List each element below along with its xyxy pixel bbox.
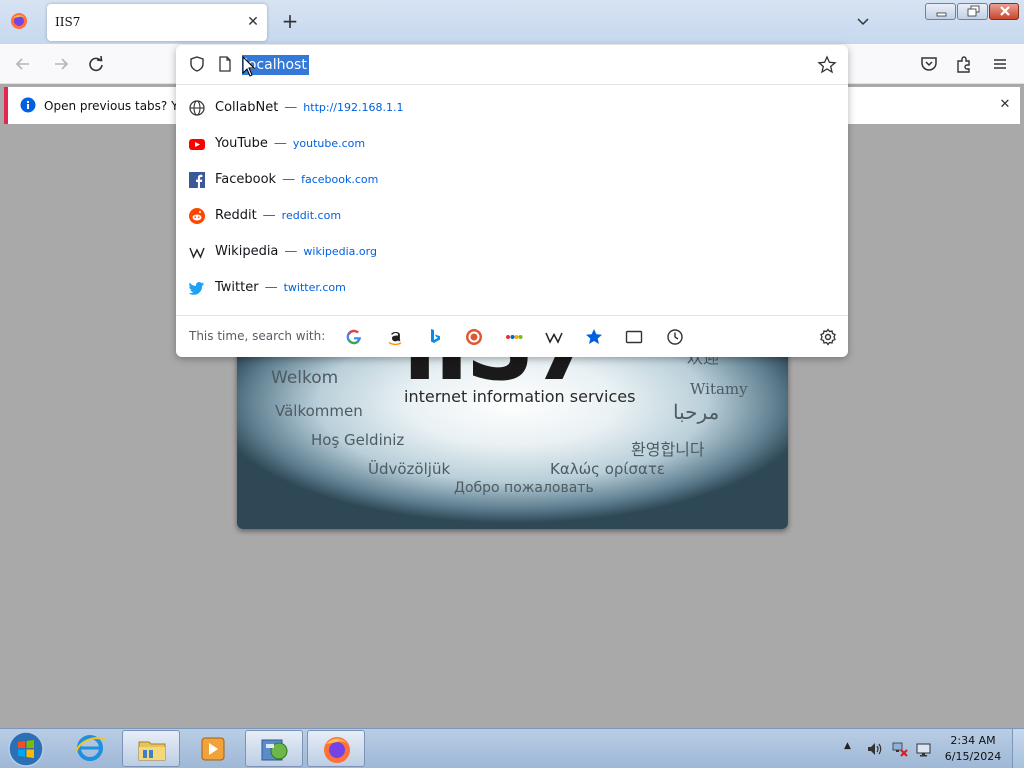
suggestion-row[interactable]: Reddit — reddit.com xyxy=(176,198,848,234)
clock-date[interactable]: 6/15/2024 xyxy=(944,750,1002,763)
suggestion-title: Twitter xyxy=(215,280,259,295)
tab-strip: IIS7 ✕ + xyxy=(0,0,1024,44)
welcome-word: Welkom xyxy=(271,368,339,388)
amazon-icon[interactable] xyxy=(385,327,405,347)
back-arrow-icon[interactable] xyxy=(12,53,34,75)
search-settings-gear-icon[interactable] xyxy=(818,327,838,347)
tab-iis7[interactable]: IIS7 ✕ xyxy=(47,4,267,41)
suggestion-row[interactable]: Facebook — facebook.com xyxy=(176,162,848,198)
welcome-word: Καλώς ορίσατε xyxy=(550,460,666,478)
ebay-icon[interactable] xyxy=(504,327,524,347)
suggestion-title: Wikipedia xyxy=(215,244,279,259)
suggestion-url: twitter.com xyxy=(283,281,346,294)
notification-text: Open previous tabs? You xyxy=(44,99,192,113)
show-hidden-icons-icon[interactable]: ▲ xyxy=(844,741,856,753)
welcome-word: Добро пожаловать xyxy=(454,480,594,496)
suggestion-text: Wikipedia — wikipedia.org xyxy=(215,244,377,259)
suggestion-text: YouTube — youtube.com xyxy=(215,136,365,151)
suggestion-row[interactable]: Twitter — twitter.com xyxy=(176,270,848,306)
suggestion-url: http://192.168.1.1 xyxy=(303,101,404,114)
bing-icon[interactable] xyxy=(425,327,445,347)
action-center-icon[interactable] xyxy=(915,740,933,758)
internet-explorer-icon[interactable] xyxy=(61,730,119,767)
suggestion-dash: — xyxy=(282,172,296,187)
media-player-icon[interactable] xyxy=(184,730,242,767)
file-explorer-icon[interactable] xyxy=(122,730,180,767)
globe-icon xyxy=(189,100,205,116)
reload-icon[interactable] xyxy=(85,53,107,75)
pocket-icon[interactable] xyxy=(918,53,940,75)
history-icon[interactable] xyxy=(665,327,685,347)
tracking-protection-shield-icon[interactable] xyxy=(188,55,206,73)
search-with-label: This time, search with: xyxy=(189,329,326,343)
network-icon[interactable] xyxy=(891,740,909,758)
twitter-icon xyxy=(188,280,205,296)
youtube-icon xyxy=(189,136,205,152)
tab-title: IIS7 xyxy=(55,15,81,29)
welcome-word: Hoş Geldiniz xyxy=(311,431,405,449)
suggestion-row[interactable]: YouTube — youtube.com xyxy=(176,126,848,162)
wikipedia-icon[interactable] xyxy=(544,327,564,347)
suggestion-text: Facebook — facebook.com xyxy=(215,172,378,187)
suggestion-dash: — xyxy=(264,280,278,295)
welcome-word: Välkommen xyxy=(275,402,363,420)
forward-arrow-icon[interactable] xyxy=(50,53,72,75)
welcome-word: مرحبا xyxy=(673,400,720,424)
suggestion-dash: — xyxy=(284,244,298,259)
windows-taskbar: ▲ 2:34 AM 6/15/2024 xyxy=(0,728,1024,768)
show-desktop-button[interactable] xyxy=(1012,729,1024,768)
wikipedia-icon xyxy=(189,244,205,260)
suggestion-dash: — xyxy=(262,208,276,223)
suggestion-text: Reddit — reddit.com xyxy=(215,208,341,223)
suggestion-text: Twitter — twitter.com xyxy=(215,280,346,295)
suggestion-url: youtube.com xyxy=(292,137,366,150)
tab-close-icon[interactable]: ✕ xyxy=(243,12,263,32)
suggestion-title: YouTube xyxy=(215,136,268,151)
firefox-icon[interactable] xyxy=(307,730,365,767)
notification-close-icon[interactable]: ✕ xyxy=(996,96,1014,114)
welcome-word: Witamy xyxy=(690,380,748,398)
suggestion-row[interactable]: CollabNet — http://192.168.1.1 xyxy=(176,90,848,126)
suggestion-title: CollabNet xyxy=(215,100,279,115)
bookmark-star-icon[interactable] xyxy=(817,55,837,75)
facebook-icon xyxy=(189,172,205,188)
iis-subtitle: internet information services xyxy=(404,387,636,406)
iis-manager-icon[interactable] xyxy=(245,730,303,767)
suggestion-title: Reddit xyxy=(215,208,257,223)
firefox-view-icon[interactable] xyxy=(10,12,28,30)
google-icon[interactable] xyxy=(344,327,364,347)
suggestion-title: Facebook xyxy=(215,172,277,187)
mouse-cursor-icon xyxy=(242,55,256,78)
window-minimize-button[interactable] xyxy=(925,3,956,20)
one-off-search-bar: This time, search with: xyxy=(176,315,848,357)
page-info-icon[interactable] xyxy=(217,55,233,73)
extensions-icon[interactable] xyxy=(953,53,975,75)
suggestion-url: facebook.com xyxy=(301,173,379,186)
suggestion-dash: — xyxy=(273,136,287,151)
duckduckgo-icon[interactable] xyxy=(464,327,484,347)
tabs-icon[interactable] xyxy=(624,327,644,347)
window-close-button[interactable] xyxy=(989,3,1019,20)
clock-time[interactable]: 2:34 AM xyxy=(944,734,1002,747)
suggestion-text: CollabNet — http://192.168.1.1 xyxy=(215,100,403,115)
welcome-word: 환영합니다 xyxy=(631,440,705,459)
suggestion-row[interactable]: Wikipedia — wikipedia.org xyxy=(176,234,848,270)
hamburger-menu-icon[interactable] xyxy=(989,53,1011,75)
new-tab-button[interactable]: + xyxy=(278,10,302,34)
bookmarks-icon[interactable] xyxy=(584,327,604,347)
list-all-tabs-icon[interactable] xyxy=(852,12,874,32)
suggestion-dash: — xyxy=(284,100,298,115)
suggestion-url: reddit.com xyxy=(281,209,342,222)
address-bar-dropdown: localhost CollabNet — http://192.168.1.1 Y… xyxy=(176,45,848,357)
reddit-icon xyxy=(189,208,205,224)
info-icon xyxy=(20,97,36,113)
start-button[interactable] xyxy=(4,730,48,768)
volume-icon[interactable] xyxy=(866,740,884,758)
window-restore-button[interactable] xyxy=(957,3,988,20)
welcome-word: Üdvözöljük xyxy=(368,460,451,478)
suggestion-url: wikipedia.org xyxy=(303,245,377,258)
address-bar: localhost xyxy=(176,45,848,85)
